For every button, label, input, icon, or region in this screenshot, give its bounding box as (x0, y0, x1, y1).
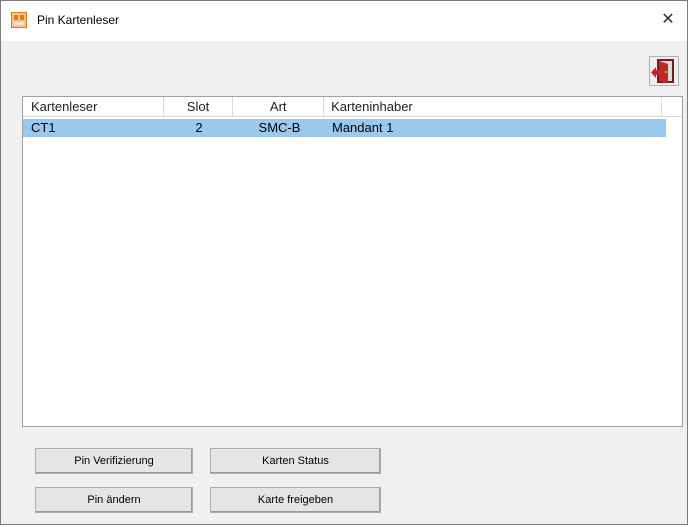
close-icon: ✕ (661, 11, 675, 28)
column-header-slot[interactable]: Slot (163, 97, 234, 117)
column-header-karteninhaber[interactable]: Karteninhaber (324, 97, 663, 117)
table-header: Kartenleser Slot Art Karteninhaber (23, 97, 682, 117)
app-icon (11, 12, 27, 28)
column-header-empty (662, 97, 682, 117)
card-release-button[interactable]: Karte freigeben (210, 487, 381, 513)
column-header-kartenleser[interactable]: Kartenleser (23, 97, 164, 117)
pin-change-button[interactable]: Pin ändern (35, 487, 193, 513)
column-header-art[interactable]: Art (233, 97, 325, 117)
window-title: Pin Kartenleser (37, 13, 120, 27)
exit-door-icon[interactable] (649, 56, 679, 86)
close-button[interactable]: ✕ (657, 9, 679, 31)
pin-kartenleser-dialog: Pin Kartenleser ✕ Kartenleser Slot Art K… (0, 0, 688, 525)
title-bar: Pin Kartenleser ✕ (1, 1, 687, 41)
table-row[interactable]: CT1 2 SMC-B Mandant 1 (23, 119, 666, 137)
cell-slot: 2 (195, 120, 203, 135)
cell-kartenleser: CT1 (31, 120, 56, 135)
cell-art: SMC-B (258, 120, 301, 135)
pin-verify-button[interactable]: Pin Verifizierung (35, 448, 193, 474)
card-reader-table[interactable]: Kartenleser Slot Art Karteninhaber CT1 2… (22, 96, 683, 427)
card-status-button[interactable]: Karten Status (210, 448, 381, 474)
cell-karteninhaber: Mandant 1 (332, 120, 394, 135)
